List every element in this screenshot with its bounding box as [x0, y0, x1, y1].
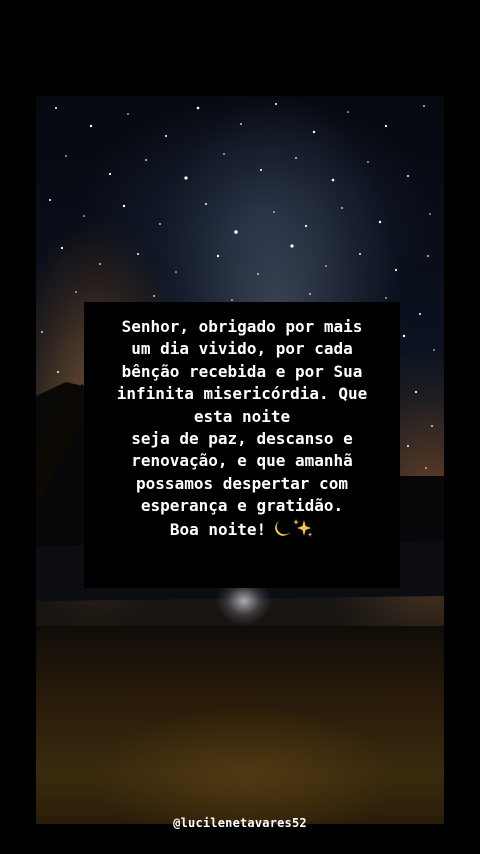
- sparkles-icon: [293, 518, 313, 537]
- caption-box: Senhor, obrigado por mais um dia vivido,…: [84, 302, 400, 588]
- story-page: Senhor, obrigado por mais um dia vivido,…: [0, 0, 480, 854]
- sand-foreground: [36, 626, 444, 824]
- closing-text: Boa noite!: [169, 519, 267, 539]
- moon-icon: [275, 520, 291, 536]
- caption-text: Senhor, obrigado por mais um dia vivido,…: [92, 316, 392, 541]
- prayer-text: Senhor, obrigado por mais um dia vivido,…: [116, 317, 368, 516]
- author-handle: @lucilenetavares52: [173, 816, 307, 830]
